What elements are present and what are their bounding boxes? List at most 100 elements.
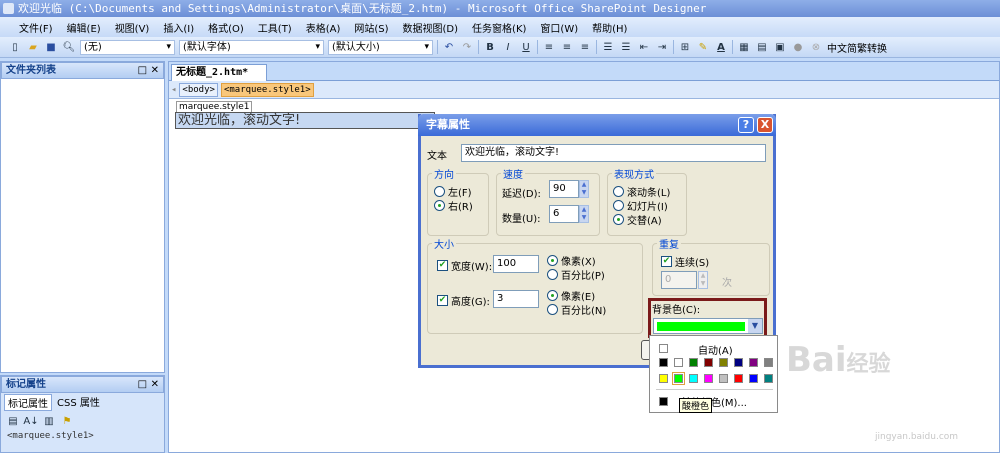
menu-format[interactable]: 格式(O) — [201, 20, 251, 35]
width-checkbox[interactable]: ✔ 宽度(W): — [437, 258, 492, 273]
height-checkbox[interactable]: ✔ 高度(G): — [437, 293, 490, 308]
height-input[interactable]: 3 — [493, 290, 539, 308]
open-icon[interactable]: ▰ — [26, 40, 40, 54]
repeat-count-input[interactable]: 0 — [661, 271, 697, 289]
preview-icon[interactable]: 🔍︎ — [62, 40, 76, 54]
radio[interactable] — [613, 200, 624, 211]
undo-icon[interactable]: ↶ — [442, 40, 456, 54]
menu-help[interactable]: 帮助(H) — [585, 20, 634, 35]
size-select[interactable]: (默认大小) — [328, 39, 433, 55]
maximize-icon[interactable]: □ — [138, 65, 147, 76]
highlight-icon[interactable]: ✎ — [696, 40, 710, 54]
bullet-list-icon[interactable]: ☰ — [619, 40, 633, 54]
behavior-alternate[interactable]: 交替(A) — [613, 212, 662, 227]
bold-button[interactable]: B — [483, 40, 497, 54]
close-icon[interactable]: ✕ — [151, 379, 159, 390]
menu-task-panes[interactable]: 任务窗格(K) — [465, 20, 533, 35]
height-percent[interactable]: 百分比(N) — [547, 302, 606, 317]
menu-data-view[interactable]: 数据视图(D) — [396, 20, 466, 35]
decrease-indent-icon[interactable]: ⇤ — [637, 40, 651, 54]
align-center-icon[interactable]: ≡ — [560, 40, 574, 54]
tab-tag-properties[interactable]: 标记属性 — [4, 394, 52, 411]
menu-window[interactable]: 窗口(W) — [533, 20, 585, 35]
amount-input[interactable]: 6 — [549, 205, 579, 223]
color-swatch[interactable] — [749, 374, 758, 383]
background-color-dropdown[interactable]: ▼ — [653, 318, 763, 334]
sort-az-icon[interactable]: A↓ — [23, 414, 38, 428]
radio[interactable] — [434, 186, 445, 197]
color-swatch[interactable] — [734, 374, 743, 383]
marquee-element[interactable]: 欢迎光临，滚动文字! — [175, 112, 435, 129]
layer-icon[interactable]: ▤ — [755, 40, 769, 54]
numbered-list-icon[interactable]: ☰ — [601, 40, 615, 54]
chinese-convert-button[interactable]: 中文简繁转换 — [827, 40, 887, 55]
close-icon[interactable]: ✕ — [151, 65, 159, 76]
borders-icon[interactable]: ⊞ — [678, 40, 692, 54]
auto-color-swatch[interactable] — [659, 344, 668, 353]
align-right-icon[interactable]: ≡ — [578, 40, 592, 54]
new-page-icon[interactable]: ▯ — [8, 40, 22, 54]
checkbox[interactable]: ✔ — [437, 295, 448, 306]
color-swatch[interactable] — [734, 358, 743, 367]
help-button[interactable]: ? — [738, 117, 754, 133]
menu-view[interactable]: 视图(V) — [108, 20, 157, 35]
close-button[interactable]: X — [757, 117, 773, 133]
breadcrumb-body[interactable]: <body> — [179, 82, 218, 97]
tab-document[interactable]: 无标题_2.htm* — [171, 64, 268, 82]
tag-properties-icon[interactable]: ⚑ — [60, 414, 74, 428]
scroll-left-icon[interactable]: ◂ — [171, 85, 176, 95]
color-swatch[interactable] — [749, 358, 758, 367]
save-icon[interactable]: ■ — [44, 40, 58, 54]
tab-css-properties[interactable]: CSS 属性 — [54, 394, 103, 411]
categorized-icon[interactable]: ▤ — [6, 414, 20, 428]
direction-right[interactable]: 右(R) — [434, 198, 473, 213]
radio[interactable] — [434, 200, 445, 211]
style-select[interactable]: (无) — [80, 39, 175, 55]
delay-spinner[interactable]: ▲ ▼ — [579, 180, 589, 198]
color-swatch[interactable] — [672, 372, 685, 385]
color-swatch[interactable] — [689, 358, 698, 367]
menu-insert[interactable]: 插入(I) — [156, 20, 201, 35]
radio[interactable] — [613, 186, 624, 197]
font-color-button[interactable]: A — [714, 40, 728, 54]
breadcrumb-marquee[interactable]: <marquee.style1> — [220, 82, 314, 97]
color-swatch[interactable] — [659, 374, 668, 383]
radio[interactable] — [547, 269, 558, 280]
align-left-icon[interactable]: ≡ — [542, 40, 556, 54]
chevron-down-icon[interactable]: ▼ — [748, 319, 762, 333]
delay-input[interactable]: 90 — [549, 180, 579, 198]
underline-button[interactable]: U — [519, 40, 533, 54]
radio[interactable] — [613, 214, 624, 225]
color-swatch[interactable] — [719, 374, 728, 383]
color-swatch[interactable] — [704, 358, 713, 367]
web-component-icon[interactable]: ● — [791, 40, 805, 54]
stop-icon[interactable]: ⊗ — [809, 40, 823, 54]
color-swatch[interactable] — [704, 374, 713, 383]
width-input[interactable]: 100 — [493, 255, 539, 273]
menu-file[interactable]: 文件(F) — [12, 20, 60, 35]
checkbox[interactable]: ✔ — [437, 260, 448, 271]
direction-left[interactable]: 左(F) — [434, 184, 472, 199]
menu-table[interactable]: 表格(A) — [299, 20, 348, 35]
color-swatch[interactable] — [719, 358, 728, 367]
color-swatch[interactable] — [764, 358, 773, 367]
menu-tools[interactable]: 工具(T) — [251, 20, 299, 35]
repeat-spinner[interactable]: ▲ ▼ — [698, 271, 708, 289]
maximize-icon[interactable]: □ — [138, 379, 147, 390]
increase-indent-icon[interactable]: ⇥ — [655, 40, 669, 54]
font-select[interactable]: (默认字体) — [179, 39, 324, 55]
color-swatch[interactable] — [689, 374, 698, 383]
width-pixels[interactable]: 像素(X) — [547, 253, 596, 268]
auto-color-option[interactable]: 自动(A) — [698, 342, 733, 357]
show-set-properties-icon[interactable]: ▥ — [42, 414, 56, 428]
menu-site[interactable]: 网站(S) — [347, 20, 395, 35]
color-swatch[interactable] — [674, 358, 683, 367]
height-pixels[interactable]: 像素(E) — [547, 288, 595, 303]
behavior-slide[interactable]: 幻灯片(I) — [613, 198, 668, 213]
redo-icon[interactable]: ↷ — [460, 40, 474, 54]
color-swatch[interactable] — [764, 374, 773, 383]
radio[interactable] — [547, 290, 558, 301]
italic-button[interactable]: I — [501, 40, 515, 54]
text-input[interactable]: 欢迎光临，滚动文字! — [461, 144, 766, 162]
behavior-scroll[interactable]: 滚动条(L) — [613, 184, 670, 199]
